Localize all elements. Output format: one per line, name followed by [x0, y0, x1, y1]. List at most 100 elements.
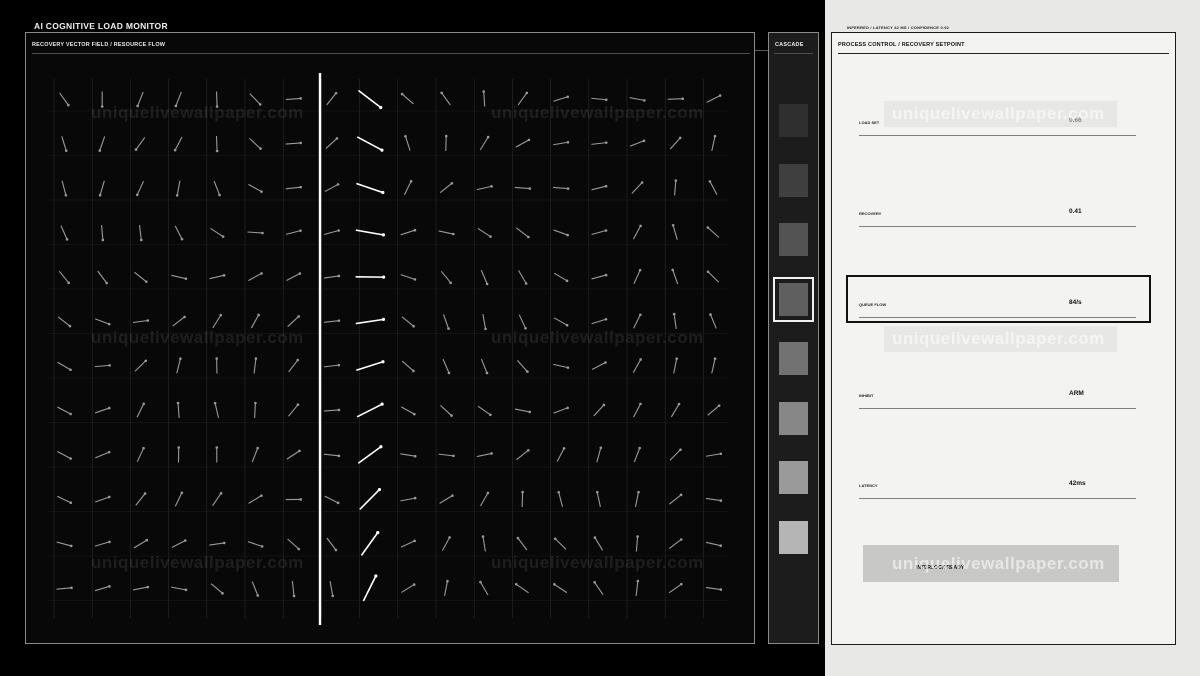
vector-arrow: [61, 136, 67, 151]
vector-arrow: [707, 405, 720, 416]
cascade-stage[interactable]: [779, 520, 808, 554]
vector-head: [98, 193, 102, 197]
interlock-ready-button[interactable]: INTERLOCK READY: [863, 545, 1119, 582]
vector-arrow: [443, 581, 449, 596]
vector-head: [604, 229, 608, 232]
setpoint-row-latency[interactable]: LATENCY 42ms: [859, 480, 1136, 520]
vector-head: [297, 547, 301, 551]
vector-head: [257, 313, 260, 317]
vector-arrow: [705, 541, 721, 547]
vector-head: [440, 91, 443, 95]
vector-arrow: [553, 363, 569, 369]
vector-head: [296, 358, 300, 362]
cascade-title: CASCADE: [775, 42, 804, 48]
vector-arrow: [440, 405, 452, 416]
vector-head: [331, 594, 335, 598]
vector-head: [299, 498, 302, 501]
setpoint-label: LOAD SET: [859, 120, 880, 125]
vector-arrow: [591, 229, 607, 236]
cascade-stage[interactable]: [779, 461, 808, 494]
setpoint-row-recovery[interactable]: RECOVERY 0.41: [859, 208, 1136, 248]
vector-arrow: [516, 227, 529, 238]
vector-arrow: [57, 406, 71, 415]
vector-head: [637, 490, 640, 494]
vector-head: [680, 582, 683, 586]
vector-arrow: [99, 136, 106, 151]
vector-arrow: [476, 185, 492, 191]
vector-head: [566, 187, 570, 190]
vector-arrow: [631, 182, 643, 194]
vector-head: [174, 104, 178, 108]
setpoint-value[interactable]: 84/s: [1069, 299, 1082, 306]
vector-head: [218, 193, 221, 197]
vector-arrow: [553, 272, 568, 282]
vector-head: [98, 149, 102, 152]
cascade-stage[interactable]: [779, 223, 808, 256]
vector-arrow: [517, 537, 528, 551]
vector-head: [379, 105, 383, 110]
vector-arrow: [357, 446, 382, 464]
vector-head: [639, 224, 642, 228]
vector-arrow: [94, 318, 110, 325]
vector-field-panel: RECOVERY VECTOR FIELD / RESOURCE FLOW un…: [25, 32, 755, 644]
vector-arrow: [286, 450, 300, 460]
vector-head: [179, 357, 182, 361]
vector-arrow: [138, 224, 142, 241]
setpoint-underline: [859, 135, 1136, 136]
vector-arrow: [482, 314, 487, 329]
vector-head: [221, 235, 225, 238]
vector-arrow: [356, 360, 384, 372]
vector-arrow: [97, 270, 108, 284]
setpoint-label: LATENCY: [859, 483, 878, 488]
vector-arrow: [480, 269, 488, 285]
vector-arrow: [136, 180, 145, 196]
vector-head: [381, 275, 386, 279]
setpoint-value[interactable]: 0.66: [1069, 117, 1082, 124]
setpoint-row-load-set[interactable]: LOAD SET 0.66: [859, 117, 1136, 157]
setpoint-value[interactable]: ARM: [1069, 390, 1084, 397]
vector-head: [296, 403, 300, 406]
vector-head: [298, 449, 301, 453]
vector-arrow: [323, 275, 339, 279]
vector-arrow: [516, 360, 528, 372]
vector-arrow: [177, 402, 180, 419]
vector-head: [173, 148, 177, 152]
setpoint-row-inhibit[interactable]: INHIBIT ARM: [859, 390, 1136, 430]
vector-arrow: [635, 580, 639, 597]
vector-arrow: [515, 139, 530, 148]
vector-head: [521, 490, 524, 494]
vector-head: [298, 272, 302, 275]
vector-arrow: [441, 537, 451, 551]
vector-head: [604, 98, 608, 102]
cascade-stage[interactable]: [779, 401, 808, 435]
vector-head: [413, 454, 417, 458]
setpoint-underline: [859, 317, 1136, 318]
cascade-stage[interactable]: [779, 104, 808, 137]
vector-head: [604, 141, 608, 144]
cascade-stage[interactable]: [773, 276, 814, 322]
vector-head: [337, 229, 340, 232]
vector-head: [64, 193, 68, 197]
vector-arrow: [285, 230, 301, 235]
vector-arrow: [400, 274, 416, 280]
vector-head: [451, 494, 454, 497]
cascade-stage[interactable]: [779, 163, 808, 197]
vector-head: [706, 226, 710, 229]
vector-head: [413, 496, 417, 500]
vector-head: [450, 414, 453, 417]
vector-field-canvas: [48, 73, 728, 625]
vector-arrow: [247, 231, 263, 234]
setpoint-value[interactable]: 0.41: [1069, 208, 1082, 215]
connector-line: [755, 50, 769, 51]
vector-head: [452, 454, 455, 458]
vector-arrow: [99, 180, 105, 196]
vector-head: [183, 315, 186, 319]
setpoint-value[interactable]: 42ms: [1069, 480, 1086, 487]
vector-head: [219, 313, 223, 317]
vector-head: [490, 452, 493, 455]
vector-arrow: [515, 583, 529, 594]
setpoint-row-queue-flow[interactable]: QUEUE FLOW 84/s: [859, 299, 1136, 339]
vector-head: [717, 404, 721, 407]
cascade-stage[interactable]: [779, 342, 808, 375]
vector-head: [374, 574, 378, 578]
